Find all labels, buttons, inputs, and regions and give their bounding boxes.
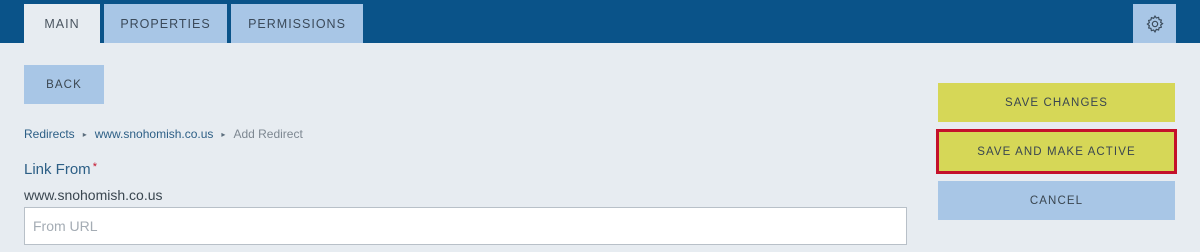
tab-permissions[interactable]: PERMISSIONS (231, 4, 363, 43)
back-button[interactable]: BACK (24, 65, 104, 104)
breadcrumb-current: Add Redirect (233, 127, 303, 141)
breadcrumb-separator-icon: ▸ (221, 129, 226, 139)
save-and-make-active-button[interactable]: SAVE AND MAKE ACTIVE (936, 129, 1177, 174)
link-from-label: Link From * (24, 161, 97, 178)
save-changes-button[interactable]: SAVE CHANGES (938, 83, 1175, 122)
breadcrumb-redirects-link[interactable]: Redirects (24, 127, 75, 141)
tab-properties[interactable]: PROPERTIES (104, 4, 227, 43)
top-navigation-bar: MAIN PROPERTIES PERMISSIONS (0, 0, 1200, 43)
link-from-label-text: Link From (24, 161, 91, 178)
breadcrumb-separator-icon: ▸ (82, 129, 87, 139)
tab-main[interactable]: MAIN (24, 4, 100, 43)
link-from-domain: www.snohomish.co.us (24, 187, 163, 203)
cancel-button[interactable]: CANCEL (938, 181, 1175, 220)
settings-button[interactable] (1133, 4, 1176, 43)
required-marker: * (92, 161, 97, 173)
breadcrumb-domain-link[interactable]: www.snohomish.co.us (95, 127, 214, 141)
gear-icon (1145, 14, 1164, 33)
breadcrumb: Redirects ▸ www.snohomish.co.us ▸ Add Re… (24, 127, 303, 141)
from-url-input[interactable] (24, 207, 907, 245)
